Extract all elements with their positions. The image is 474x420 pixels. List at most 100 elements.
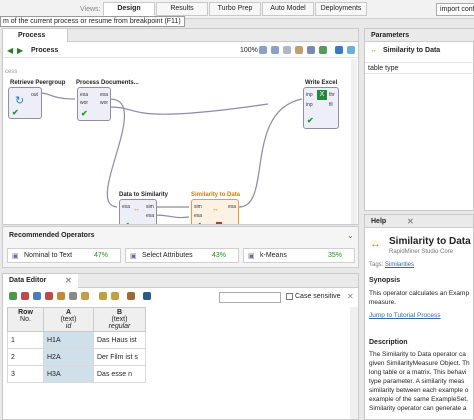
data-editor-panel: Data Editor ✕ Case sensitive ✕ Row No. A… xyxy=(2,273,359,420)
help-title: Help ✕ xyxy=(365,215,473,228)
save-icon[interactable] xyxy=(81,292,89,300)
export-icon[interactable] xyxy=(347,46,355,54)
recommended-item[interactable]: ▣ Nominal to Text 47% xyxy=(7,248,121,263)
connect-icon[interactable] xyxy=(319,46,327,54)
recommended-item-label: Select Attributes xyxy=(142,252,193,259)
data-editor-tabstrip: Data Editor ✕ xyxy=(3,274,358,288)
tab-data-editor[interactable]: Data Editor ✕ xyxy=(3,274,78,288)
close-icon[interactable]: ✕ xyxy=(407,217,414,226)
tab-turbo-prep[interactable]: Turbo Prep xyxy=(209,2,261,16)
data-editor-toolbar: Case sensitive ✕ xyxy=(3,289,358,305)
cell[interactable]: H3A xyxy=(43,365,94,383)
auto-wire-icon[interactable] xyxy=(295,46,303,54)
operator-retrieve-peergroup[interactable]: out ↻ ✔ xyxy=(8,87,42,119)
tab-design[interactable]: Design xyxy=(103,2,155,16)
tab-process[interactable]: Process xyxy=(3,29,68,42)
import-icon[interactable] xyxy=(127,292,135,300)
description-text: The Similarity to Data operator ca given… xyxy=(369,351,470,412)
data-search-input[interactable] xyxy=(219,292,281,303)
add-row-icon[interactable] xyxy=(9,292,17,300)
table-row[interactable]: 3 H3A Das esse n xyxy=(7,365,146,383)
delete-column-icon[interactable] xyxy=(45,292,53,300)
similarity-icon: ↔ xyxy=(133,206,140,213)
export-icon[interactable] xyxy=(143,292,151,300)
port-out: exa xyxy=(228,204,237,210)
operator-similarity-to-data[interactable]: sim exa exa ↔ ✔ xyxy=(191,199,239,224)
column-header[interactable]: Row No. xyxy=(7,307,44,332)
similarity-icon: ↔ xyxy=(370,47,377,54)
port-out: wor xyxy=(100,100,109,106)
add-column-icon[interactable] xyxy=(33,292,41,300)
status-ok-icon: ✔ xyxy=(307,116,314,125)
row-number: 2 xyxy=(7,348,44,366)
nav-forward-icon[interactable]: ▶ xyxy=(17,46,23,55)
port-in: wor xyxy=(80,100,89,106)
cell[interactable]: H2A xyxy=(43,348,94,366)
canvas-scrollbar[interactable] xyxy=(351,59,357,224)
chevron-down-icon[interactable]: ⌄ xyxy=(347,231,354,240)
cell[interactable]: Das esse n xyxy=(93,365,146,383)
layout-icon[interactable] xyxy=(335,46,343,54)
status-ok-icon: ✔ xyxy=(123,221,130,224)
arrange-icon[interactable] xyxy=(307,46,315,54)
breakpoint-icon xyxy=(216,222,222,224)
settings-icon[interactable] xyxy=(69,292,77,300)
recommended-item-pct: 43% xyxy=(212,252,227,259)
operator-data-to-similarity[interactable]: exa sim exa ↔ ✔ xyxy=(119,199,157,224)
tab-results[interactable]: Results xyxy=(156,2,208,16)
recommended-title: Recommended Operators xyxy=(9,232,95,239)
cell[interactable]: Das Haus ist xyxy=(93,331,146,349)
column-header[interactable]: A (text) id xyxy=(43,307,94,332)
edit-icon[interactable] xyxy=(57,292,65,300)
tag-link[interactable]: Similarities xyxy=(385,262,414,268)
zoom-out-icon[interactable] xyxy=(271,46,279,54)
port-in: inp xyxy=(306,92,313,98)
undo-icon[interactable] xyxy=(99,292,107,300)
clear-filter-icon[interactable]: ✕ xyxy=(347,292,354,301)
delete-row-icon[interactable] xyxy=(21,292,29,300)
port-in: exa xyxy=(80,92,89,98)
redo-icon[interactable] xyxy=(111,292,119,300)
data-editor-scrollbar[interactable] xyxy=(350,307,358,419)
data-table: Row No. A (text) id B (text) regular 1 H… xyxy=(7,307,146,383)
case-sensitive-checkbox[interactable] xyxy=(286,293,293,300)
parameters-panel: Parameters ↔ Similarity to Data table ty… xyxy=(364,28,474,211)
help-panel: Help ✕ ↔ Similarity to Data RapidMiner S… xyxy=(364,214,474,420)
operator-process-documents[interactable]: exa wor exa wor ✔ xyxy=(77,87,111,121)
similarity-icon: ↔ xyxy=(212,206,219,213)
operator-write-excel[interactable]: inp inp thr fil X ✔ xyxy=(303,87,339,129)
zoom-level: 100% xyxy=(240,47,258,54)
column-header[interactable]: B (text) regular xyxy=(93,307,146,332)
port-in: sim xyxy=(194,204,202,210)
close-icon[interactable]: ✕ xyxy=(65,276,72,285)
process-panel: Process ◀ ▶ Process 100% cess Retrieve P… xyxy=(2,28,359,225)
help-subtitle: RapidMiner Studio Core xyxy=(389,249,454,255)
cell[interactable]: Der Film ist s xyxy=(93,348,146,366)
zoom-in-icon[interactable] xyxy=(259,46,267,54)
recommended-operators-panel: Recommended Operators ⌄ ▣ Nominal to Tex… xyxy=(2,226,359,268)
recommended-item[interactable]: ▣ Select Attributes 43% xyxy=(125,248,239,263)
port-in: inp xyxy=(306,102,313,108)
synopsis-text: This operator calculates an Examp measur… xyxy=(369,290,470,306)
help-tags: Tags: Similarities xyxy=(369,262,415,268)
synopsis-heading: Synopsis xyxy=(369,277,401,284)
recommended-item[interactable]: ▣ k-Means 35% xyxy=(243,248,355,263)
row-number: 3 xyxy=(7,365,44,383)
process-tabstrip: Process xyxy=(3,29,358,42)
tutorial-link[interactable]: Jump to Tutorial Process xyxy=(369,312,441,319)
operator-label-data-to-sim: Data to Similarity xyxy=(119,192,169,198)
fit-icon[interactable] xyxy=(283,46,291,54)
tab-deployments[interactable]: Deployments xyxy=(315,2,367,16)
nav-back-icon[interactable]: ◀ xyxy=(7,46,13,55)
table-row[interactable]: 2 H2A Der Film ist s xyxy=(7,348,146,366)
process-canvas[interactable]: cess Retrieve Peergroup out ↻ ✔ Process … xyxy=(3,59,358,224)
tab-auto-model[interactable]: Auto Model xyxy=(262,2,314,16)
status-ok-icon: ✔ xyxy=(81,109,88,118)
table-row[interactable]: 1 H1A Das Haus ist xyxy=(7,331,146,349)
parameter-row[interactable]: table type xyxy=(365,62,474,74)
cell[interactable]: H1A xyxy=(43,331,94,349)
description-heading: Description xyxy=(369,339,408,346)
status-ok-icon: ✔ xyxy=(12,108,19,117)
global-search-input[interactable]: import conf xyxy=(436,3,474,16)
breadcrumb[interactable]: Process xyxy=(31,47,58,54)
